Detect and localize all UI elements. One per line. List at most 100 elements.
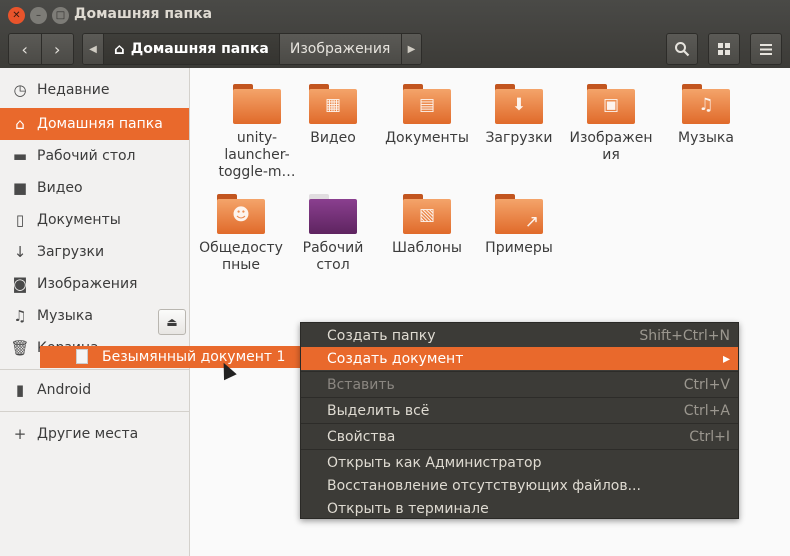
path-scroll-left-button[interactable]: ◀	[83, 34, 103, 64]
file-name: Примеры	[485, 240, 553, 256]
path-scroll-right-button[interactable]: ▶	[401, 34, 421, 64]
menu-item-open-in-terminal[interactable]: Открыть в терминале	[301, 497, 738, 520]
menu-item-restore-missing-files[interactable]: Восстановление отсутствующих файлов...	[301, 474, 738, 497]
sidebar-item-other-places[interactable]: + Другие места	[0, 418, 189, 450]
video-icon: ■	[12, 179, 28, 197]
file-name: Загрузки	[485, 130, 553, 146]
file-item[interactable]: ▣ Изображения	[565, 84, 657, 164]
file-name: Музыка	[678, 130, 734, 146]
file-name: Видео	[310, 130, 356, 146]
breadcrumb-images[interactable]: Изображения	[278, 34, 401, 64]
back-button[interactable]: ‹	[9, 34, 41, 64]
sidebar-item-desktop[interactable]: ▬ Рабочий стол	[0, 140, 189, 172]
plus-icon: +	[13, 425, 27, 443]
sidebar-item-label: Домашняя папка	[37, 116, 163, 132]
sidebar-item-pictures[interactable]: ◙ Изображения	[0, 268, 189, 300]
file-name: Документы	[385, 130, 469, 146]
path-bar: ◀ ⌂ Домашняя папка Изображения ▶	[82, 33, 422, 65]
menu-item-shortcut: Ctrl+V	[683, 376, 730, 393]
sidebar-item-label: Недавние	[37, 82, 110, 98]
document-icon	[76, 349, 88, 364]
pictures-folder-icon: ▣	[587, 84, 635, 124]
file-name: Изображения	[569, 130, 653, 163]
menu-separator	[301, 371, 738, 372]
menu-item-new-folder[interactable]: Создать папку Shift+Ctrl+N	[301, 324, 738, 347]
sidebar-item-label: Загрузки	[37, 244, 105, 260]
new-document-submenu-item[interactable]: Безымянный документ 1	[40, 346, 302, 368]
file-item[interactable]: ▦ Видео	[287, 84, 379, 147]
menu-item-paste[interactable]: Вставить Ctrl+V	[301, 373, 738, 396]
forward-icon: ›	[54, 39, 61, 59]
app-menu-button[interactable]	[750, 33, 782, 65]
close-window-button[interactable]: ✕	[8, 7, 25, 24]
public-folder-icon: ☻	[217, 194, 265, 234]
file-item[interactable]: ♫ Музыка	[660, 84, 752, 147]
view-toggle-button[interactable]	[708, 33, 740, 65]
menu-item-label: Создать документ	[327, 350, 464, 367]
folder-icon: ▬	[12, 147, 28, 165]
menu-item-label: Выделить всё	[327, 402, 430, 419]
breadcrumb-home[interactable]: ⌂ Домашняя папка	[103, 34, 279, 64]
sidebar-item-downloads[interactable]: ↓ Загрузки	[0, 236, 189, 268]
camera-icon: ◙	[12, 275, 28, 293]
folder-icon	[233, 84, 281, 124]
sidebar-item-video[interactable]: ■ Видео	[0, 172, 189, 204]
file-item[interactable]: ☻ Общедоступные	[195, 194, 287, 274]
window-controls: ✕ – □	[8, 7, 69, 24]
video-folder-icon: ▦	[309, 84, 357, 124]
sidebar-item-home[interactable]: ⌂ Домашняя папка	[0, 108, 189, 140]
nav-buttons: ‹ ›	[8, 33, 74, 65]
file-name: Рабочий стол	[302, 240, 364, 273]
menu-separator	[301, 397, 738, 398]
header-bar: ✕ – □ Домашняя папка ‹ › ◀ ⌂ Домашняя па…	[0, 0, 790, 68]
menu-item-open-as-admin[interactable]: Открыть как Администратор	[301, 451, 738, 474]
file-item[interactable]: ▧ Шаблоны	[381, 194, 473, 257]
sidebar-item-recent[interactable]: ◷ Недавние	[0, 74, 189, 106]
sidebar-item-label: Android	[37, 382, 92, 398]
eject-button[interactable]: ⏏	[158, 309, 186, 335]
file-item[interactable]: ⬇ Загрузки	[473, 84, 565, 147]
menu-item-label: Открыть как Администратор	[327, 454, 542, 471]
phone-icon: ▮	[15, 381, 25, 399]
breadcrumb-images-label: Изображения	[289, 41, 391, 57]
file-item[interactable]: ↗ Примеры	[473, 194, 565, 257]
submenu-item-label: Безымянный документ 1	[102, 349, 286, 365]
menu-item-properties[interactable]: Свойства Ctrl+I	[301, 425, 738, 448]
menu-item-shortcut: Shift+Ctrl+N	[639, 327, 730, 344]
document-icon: ▯	[15, 211, 25, 229]
grid-view-icon	[718, 43, 730, 55]
menu-item-new-document[interactable]: Создать документ ▸	[301, 347, 738, 370]
download-icon: ↓	[13, 243, 27, 261]
menu-separator	[301, 423, 738, 424]
sidebar-item-label: Рабочий стол	[37, 148, 136, 164]
search-icon	[675, 42, 690, 57]
menu-item-label: Свойства	[327, 428, 396, 445]
menu-item-shortcut: Ctrl+A	[683, 402, 730, 419]
sidebar-item-android[interactable]: ▮ Android	[0, 374, 150, 406]
documents-folder-icon: ▤	[403, 84, 451, 124]
templates-folder-icon: ▧	[403, 194, 451, 234]
music-icon: ♫	[13, 307, 27, 325]
file-item[interactable]: Рабочий стол	[287, 194, 379, 274]
sidebar-item-label: Музыка	[37, 308, 93, 324]
clock-icon: ◷	[13, 81, 27, 99]
sidebar-item-label: Изображения	[37, 276, 138, 292]
forward-button[interactable]: ›	[40, 34, 73, 64]
desktop-folder-icon	[309, 194, 357, 234]
music-folder-icon: ♫	[682, 84, 730, 124]
back-icon: ‹	[21, 39, 28, 59]
maximize-window-button[interactable]: □	[52, 7, 69, 24]
sidebar-item-documents[interactable]: ▯ Документы	[0, 204, 189, 236]
minimize-window-button[interactable]: –	[30, 7, 47, 24]
trash-icon: 🗑	[10, 339, 30, 357]
menu-item-label: Вставить	[327, 376, 395, 393]
menu-item-label: Восстановление отсутствующих файлов...	[327, 477, 641, 494]
menu-item-select-all[interactable]: Выделить всё Ctrl+A	[301, 399, 738, 422]
submenu-arrow-icon: ▸	[722, 350, 730, 367]
menu-separator	[301, 449, 738, 450]
search-button[interactable]	[666, 33, 698, 65]
menu-item-shortcut: Ctrl+I	[689, 428, 730, 445]
context-menu: Создать папку Shift+Ctrl+N Создать докум…	[300, 322, 739, 519]
home-icon: ⌂	[114, 40, 125, 58]
file-item[interactable]: ▤ Документы	[381, 84, 473, 147]
